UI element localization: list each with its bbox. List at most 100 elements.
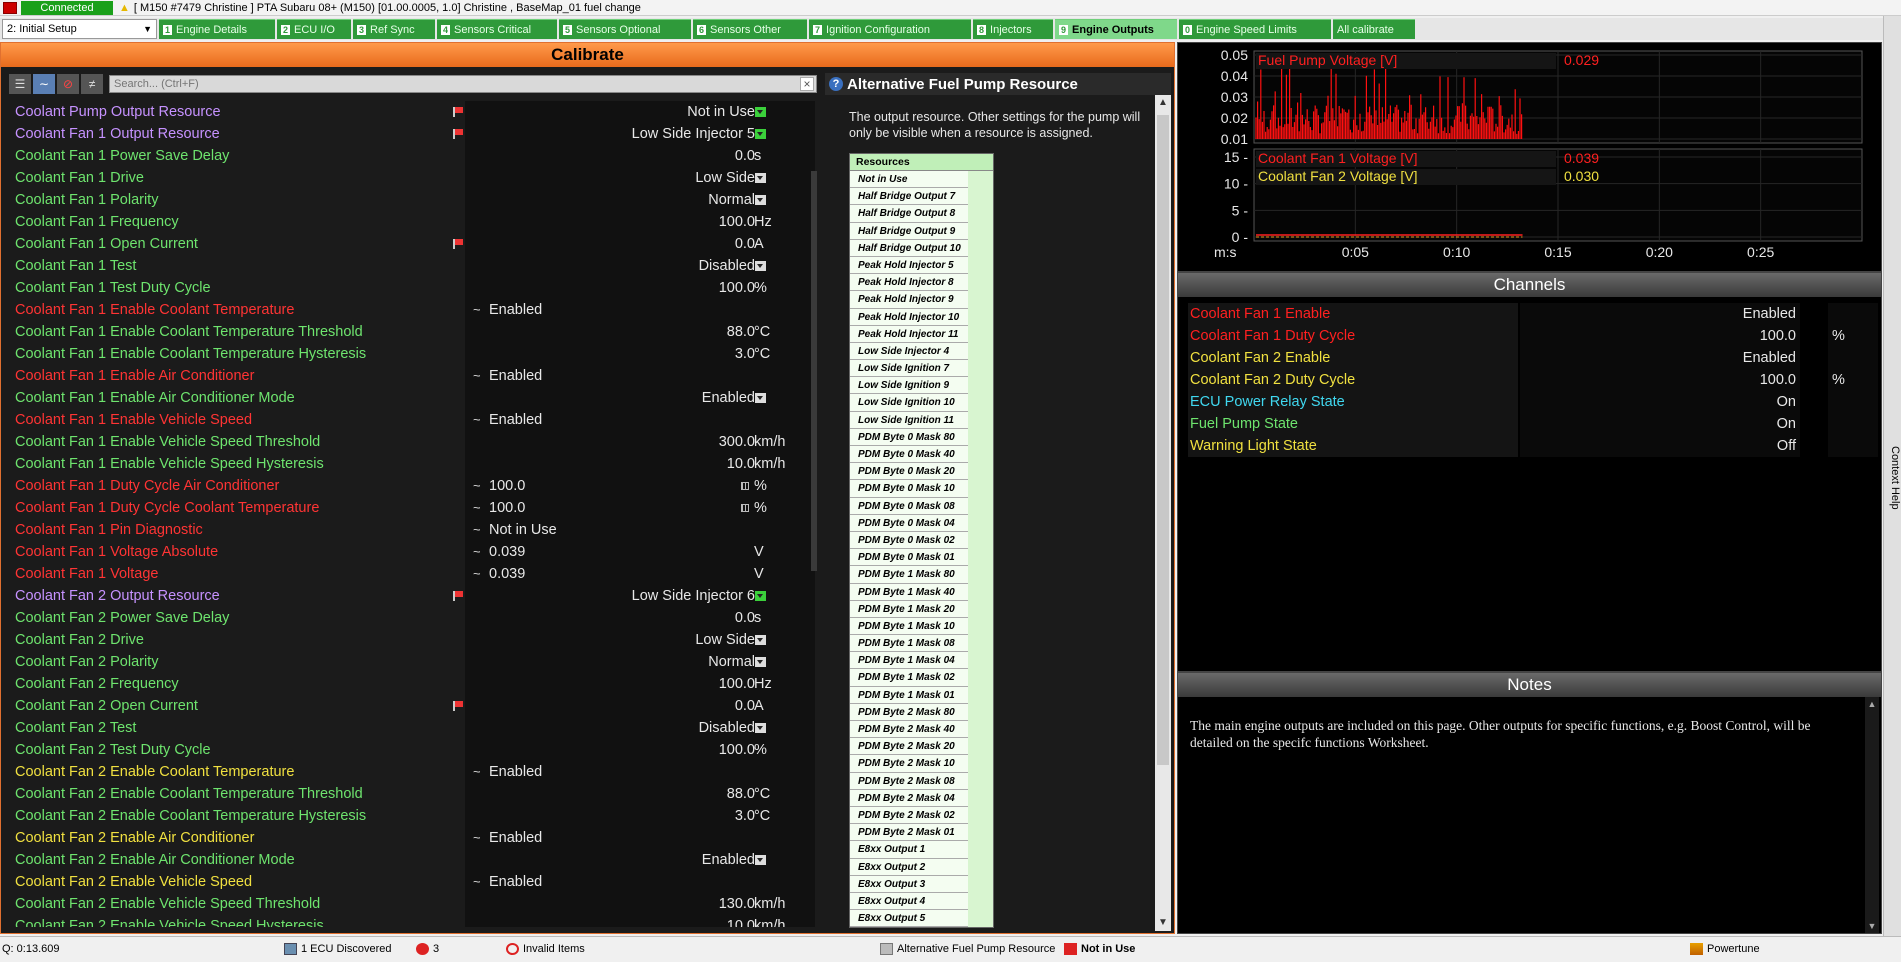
parameter-row[interactable]: Coolant Fan 2 Power Save Delay 0.0 s — [9, 607, 815, 629]
tab-ref-sync[interactable]: 3 Ref Sync — [353, 19, 435, 39]
tab-engine-details[interactable]: 1 Engine Details — [159, 19, 275, 39]
resource-option[interactable]: Peak Hold Injector 8 — [850, 274, 968, 292]
resource-option[interactable]: Low Side Ignition 11 — [850, 411, 968, 429]
dropdown-icon[interactable] — [755, 723, 766, 733]
parameter-row[interactable]: Coolant Fan 1 Output Resource Low Side In… — [9, 123, 815, 145]
tab-engine-speed-limits[interactable]: 0 Engine Speed Limits — [1179, 19, 1331, 39]
scroll-up-icon[interactable]: ▲ — [1155, 95, 1171, 111]
resource-option[interactable]: PDM Byte 1 Mask 40 — [850, 583, 968, 601]
parameter-row[interactable]: Coolant Fan 2 Frequency 100.0 Hz — [9, 673, 815, 695]
channel-row[interactable]: Coolant Fan 1 Enable Enabled — [1182, 303, 1878, 325]
resource-option[interactable]: PDM Byte 0 Mask 10 — [850, 480, 968, 498]
resource-option[interactable]: Peak Hold Injector 10 — [850, 308, 968, 326]
resource-option[interactable]: Half Bridge Output 7 — [850, 188, 968, 206]
resource-option[interactable]: PDM Byte 0 Mask 02 — [850, 531, 968, 550]
scroll-up-icon[interactable]: ▲ — [1865, 699, 1879, 709]
parameter-row[interactable]: Coolant Fan 2 Test Disabled — [9, 717, 815, 739]
parameter-row[interactable]: Coolant Fan 2 Enable Vehicle Speed Thres… — [9, 893, 815, 915]
tilde-filter-icon[interactable]: ∼ — [33, 74, 55, 94]
tab-all-calibrate[interactable]: All calibrate — [1333, 19, 1415, 39]
connection-status-badge[interactable]: Connected — [21, 0, 113, 15]
resource-option[interactable]: Peak Hold Injector 5 — [850, 256, 968, 275]
notes-scrollbar[interactable]: ▲ ▼ — [1865, 697, 1879, 933]
resource-option[interactable]: PDM Byte 2 Mask 04 — [850, 789, 968, 807]
invalid-items-status[interactable]: Invalid Items — [506, 937, 585, 961]
resource-option[interactable]: PDM Byte 1 Mask 04 — [850, 652, 968, 670]
channel-row[interactable]: ECU Power Relay State On — [1182, 391, 1878, 413]
dropdown-icon[interactable] — [755, 855, 766, 865]
parameter-row[interactable]: Coolant Fan 1 Duty Cycle Coolant Tempera… — [9, 497, 815, 519]
parameter-row[interactable]: Coolant Fan 1 Frequency 100.0 Hz — [9, 211, 815, 233]
resource-option[interactable]: PDM Byte 2 Mask 10 — [850, 755, 968, 773]
no-filter-icon[interactable]: ⊘ — [57, 74, 79, 94]
tab-sensors-optional[interactable]: 5 Sensors Optional — [559, 19, 691, 39]
parameter-list-scrollbar[interactable] — [811, 171, 817, 571]
parameter-row[interactable]: Coolant Fan 2 Open Current 0.0 A — [9, 695, 815, 717]
tab-injectors[interactable]: 8 Injectors — [973, 19, 1053, 39]
resource-option[interactable]: PDM Byte 0 Mask 08 — [850, 497, 968, 515]
parameter-row[interactable]: Coolant Fan 2 Polarity Normal — [9, 651, 815, 673]
resource-option[interactable]: PDM Byte 1 Mask 80 — [850, 566, 968, 584]
time-graph[interactable]: 0.05 0.04 0.03 0.02 0.01 15 - 10 - 5 - 0 - 0:05 0:… — [1177, 42, 1882, 272]
dropdown-icon[interactable] — [755, 635, 766, 645]
resource-option[interactable]: PDM Byte 1 Mask 10 — [850, 617, 968, 636]
list-view-icon[interactable]: ☰ — [9, 74, 31, 94]
parameter-row[interactable]: Coolant Fan 2 Test Duty Cycle 100.0% — [9, 739, 815, 761]
parameter-row[interactable]: Coolant Fan 2 Enable Air Conditioner Mod… — [9, 849, 815, 871]
resource-option[interactable]: Peak Hold Injector 11 — [850, 325, 968, 343]
resource-option[interactable]: PDM Byte 2 Mask 40 — [850, 721, 968, 739]
resource-option[interactable]: PDM Byte 1 Mask 08 — [850, 635, 968, 653]
dropdown-icon[interactable] — [755, 173, 766, 183]
parameter-value-cell[interactable] — [465, 607, 815, 629]
resource-option[interactable]: PDM Byte 2 Mask 01 — [850, 824, 968, 842]
dropdown-icon[interactable] — [755, 107, 766, 117]
channel-row[interactable]: Coolant Fan 2 Duty Cycle 100.0% — [1182, 369, 1878, 391]
resource-option[interactable]: PDM Byte 0 Mask 40 — [850, 446, 968, 464]
resource-option[interactable]: Low Side Ignition 9 — [850, 377, 968, 395]
dropdown-icon[interactable] — [755, 195, 766, 205]
dropdown-icon[interactable] — [755, 591, 766, 601]
resource-option[interactable]: Peak Hold Injector 9 — [850, 291, 968, 309]
tab-sensors-other[interactable]: 6 Sensors Other — [693, 19, 807, 39]
resource-option[interactable]: PDM Byte 2 Mask 08 — [850, 772, 968, 790]
parameter-row[interactable]: Coolant Fan 1 Enable Air Conditioner Mod… — [9, 387, 815, 409]
resource-option[interactable]: PDM Byte 2 Mask 80 — [850, 703, 968, 721]
parameter-row[interactable]: Coolant Fan 1 Polarity Normal — [9, 189, 815, 211]
channel-row[interactable]: Warning Light State Off — [1182, 435, 1878, 457]
resource-option[interactable]: Half Bridge Output 8 — [850, 205, 968, 223]
parameter-row[interactable]: Coolant Fan 1 Pin Diagnostic ~ Not in Use — [9, 519, 815, 541]
parameter-row[interactable]: Coolant Fan 1 Enable Vehicle Speed ~ Enabl… — [9, 409, 815, 431]
ecu-discovered-status[interactable]: 1 ECU Discovered — [284, 937, 391, 961]
parameter-row[interactable]: Coolant Fan 1 Voltage Absolute ~0.039 V — [9, 541, 815, 563]
resource-option[interactable]: E8xx Output 3 — [850, 875, 968, 893]
resource-option[interactable]: E8xx Output 5 — [850, 910, 968, 928]
parameter-row[interactable]: Coolant Fan 1 Drive Low Side — [9, 167, 815, 189]
parameter-row[interactable]: Coolant Fan 1 Power Save Delay 0.0 s — [9, 145, 815, 167]
resource-option[interactable]: PDM Byte 2 Mask 02 — [850, 806, 968, 825]
dropdown-icon[interactable] — [755, 393, 766, 403]
search-box[interactable]: × — [109, 75, 817, 93]
tab-ignition-configuration[interactable]: 7 Ignition Configuration — [809, 19, 971, 39]
search-input[interactable] — [114, 78, 800, 90]
parameter-row[interactable]: Coolant Fan 2 Output Resource Low Side In… — [9, 585, 815, 607]
resource-option[interactable]: PDM Byte 1 Mask 01 — [850, 686, 968, 704]
context-help-tab[interactable]: Context Help — [1883, 16, 1901, 936]
error-count-status[interactable]: 3 — [416, 937, 439, 961]
parameter-row[interactable]: Coolant Pump Output Resource Not in Use — [9, 101, 815, 123]
tab-engine-outputs[interactable]: 9 Engine Outputs — [1055, 19, 1177, 39]
resource-option[interactable]: E8xx Output 1 — [850, 841, 968, 859]
resource-option[interactable]: PDM Byte 0 Mask 04 — [850, 514, 968, 532]
resource-option[interactable]: E8xx Output 2 — [850, 858, 968, 876]
channel-row[interactable]: Coolant Fan 1 Duty Cycle 100.0% — [1182, 325, 1878, 347]
not-equal-icon[interactable]: ≠ — [81, 74, 103, 94]
parameter-row[interactable]: Coolant Fan 2 Enable Coolant Temperature… — [9, 783, 815, 805]
channel-row[interactable]: Coolant Fan 2 Enable Enabled — [1182, 347, 1878, 369]
table-icon[interactable] — [741, 482, 749, 490]
notes-text[interactable]: The main engine outputs are included on … — [1190, 717, 1850, 751]
scroll-down-icon[interactable]: ▼ — [1865, 921, 1879, 931]
resource-option[interactable]: E8xx Output 4 — [850, 892, 968, 911]
parameter-row[interactable]: Coolant Fan 2 Enable Vehicle Speed Hyste… — [9, 915, 815, 927]
dropdown-icon[interactable] — [755, 261, 766, 271]
parameter-row[interactable]: Coolant Fan 2 Drive Low Side — [9, 629, 815, 651]
resource-option[interactable]: Low Side Ignition 10 — [850, 394, 968, 412]
